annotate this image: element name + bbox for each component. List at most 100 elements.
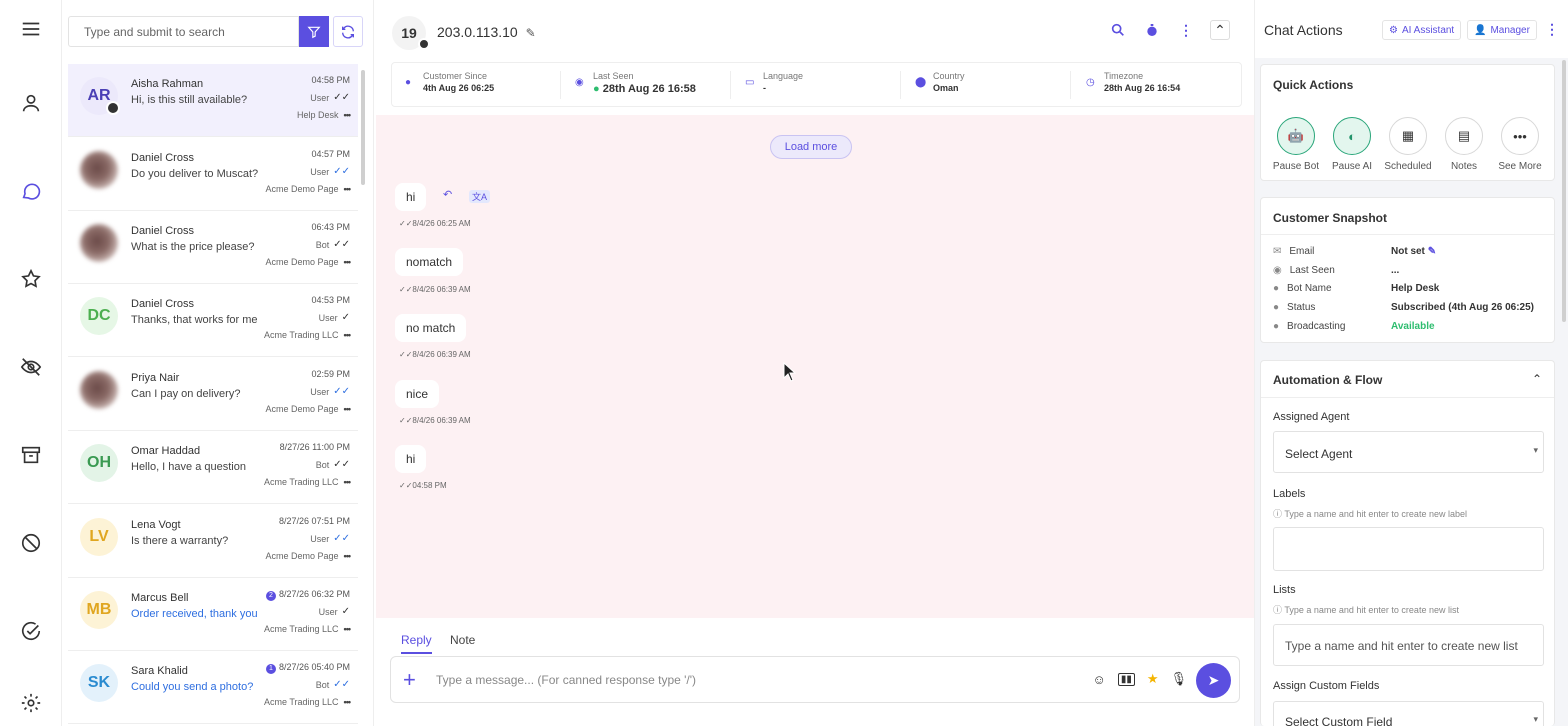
labels-input[interactable] (1273, 527, 1544, 571)
composer: Reply Note + Type a message... (For cann… (376, 618, 1254, 726)
sender-label: Bot ✓✓ (315, 459, 350, 470)
message-bubble: hi (395, 445, 427, 473)
star-icon[interactable]: ★ (1147, 671, 1159, 687)
sender-label: User ✓ (318, 606, 350, 617)
gear-icon[interactable] (19, 691, 43, 715)
more-icon[interactable]: ••• (344, 257, 352, 267)
avatar: DC (80, 297, 118, 335)
unread-badge: 2 (265, 590, 276, 601)
pause-bot-button[interactable]: 🤖 Pause Bot (1271, 117, 1321, 172)
read-receipt-icon: ✓ (341, 312, 350, 323)
customer-info-bar: ● Customer Since 4th Aug 26 06:25 ◉ Last… (391, 62, 1242, 107)
avatar (80, 224, 118, 262)
list-scrollbar[interactable] (361, 70, 365, 185)
avatar (80, 151, 118, 189)
translate-icon[interactable]: 文A (469, 190, 491, 203)
more-icon[interactable]: ⋮ (1545, 21, 1559, 38)
right-header: Chat Actions ⚙ AI Assistant 👤 Manager ⋮ (1255, 0, 1568, 58)
refresh-button[interactable] (333, 16, 363, 47)
tab-reply[interactable]: Reply (401, 633, 432, 654)
chat-avatar-text: 19 (401, 25, 417, 41)
page-label: Acme Trading LLC ••• (264, 330, 352, 340)
more-icon[interactable]: ••• (344, 330, 352, 340)
page-label: Acme Trading LLC ••• (264, 624, 352, 634)
hidden-icon[interactable] (19, 355, 43, 379)
page-label: Acme Demo Page ••• (265, 551, 352, 561)
message-meta: ✓✓8/4/26 06:25 AM (399, 219, 471, 228)
conversation-item[interactable]: DC Daniel Cross Thanks, that works for me 0… (68, 284, 358, 357)
message-meta: ✓✓8/4/26 06:39 AM (399, 416, 471, 425)
conversation-item[interactable]: MB Marcus Bell Order received, thank you 2 8… (68, 578, 358, 651)
lists-input[interactable]: Type a name and hit enter to create new … (1273, 624, 1544, 666)
reply-icon[interactable]: ↶ (443, 188, 452, 201)
avatar: MB (80, 591, 118, 629)
user-icon[interactable] (19, 91, 43, 115)
right-scrollbar[interactable] (1562, 60, 1566, 322)
message-input[interactable]: + Type a message... (For canned response… (390, 656, 1240, 703)
tab-note[interactable]: Note (450, 633, 475, 647)
message-meta: ✓✓8/4/26 06:39 AM (399, 350, 471, 359)
user-clock-icon: ● (405, 77, 412, 88)
star-icon[interactable] (19, 267, 43, 291)
more-icon[interactable]: ••• (344, 624, 352, 634)
avatar: SK (80, 664, 118, 702)
load-more-button[interactable]: Load more (770, 135, 852, 159)
read-receipt-icon: ✓✓ (333, 239, 350, 250)
manager-button[interactable]: 👤 Manager (1467, 20, 1537, 40)
send-button[interactable]: ➤ (1196, 663, 1231, 698)
last-message: What is the price please? (131, 241, 255, 253)
sender-label: Bot ✓✓ (315, 239, 350, 250)
block-icon[interactable] (19, 531, 43, 555)
more-icon[interactable]: ••• (344, 404, 352, 414)
contact-name: Daniel Cross (131, 225, 194, 237)
assigned-agent-select[interactable]: Select Agent ▾ (1273, 431, 1544, 473)
canned-response-icon[interactable]: ▮▮ (1117, 672, 1135, 686)
archive-icon[interactable] (19, 443, 43, 467)
see-more-button[interactable]: ••• See More (1495, 117, 1545, 172)
search-icon[interactable] (1108, 20, 1128, 40)
nav-rail (0, 0, 62, 726)
microphone-icon[interactable]: 🎙 (1170, 671, 1187, 687)
timer-icon[interactable] (1142, 20, 1162, 40)
notes-button[interactable]: ▤ Notes (1439, 117, 1489, 172)
filter-button[interactable] (299, 16, 329, 47)
custom-field-select[interactable]: Select Custom Field ▾ (1273, 701, 1544, 726)
emoji-icon[interactable]: ☺ (1093, 672, 1106, 687)
mouse-cursor-icon (783, 362, 797, 382)
more-icon[interactable]: ••• (344, 551, 352, 561)
more-icon[interactable]: ••• (344, 184, 352, 194)
language-icon: ▭ (745, 77, 755, 88)
chat-icon[interactable] (19, 179, 43, 203)
conversation-item[interactable]: Priya Nair Can I pay on delivery? 02:59 PM… (68, 358, 358, 431)
more-icon[interactable]: ••• (344, 110, 352, 120)
conversation-item[interactable]: Daniel Cross Do you deliver to Muscat? 04:… (68, 138, 358, 211)
sender-label: User ✓ (318, 312, 350, 323)
menu-icon[interactable] (19, 17, 43, 41)
conversation-item[interactable]: Daniel Cross What is the price please? 06:… (68, 211, 358, 284)
edit-icon[interactable]: ✎ (526, 26, 536, 40)
scheduled-button[interactable]: ▦ Scheduled (1383, 117, 1433, 172)
conversation-item[interactable]: SK Sara Khalid Could you send a photo? 1 8/2… (68, 651, 358, 724)
more-icon[interactable]: ••• (344, 477, 352, 487)
chevron-up-icon[interactable]: ⌃ (1532, 372, 1542, 386)
manager-icon: 👤 (1474, 24, 1487, 36)
more-icon[interactable]: ⋮ (1176, 20, 1196, 40)
pause-ai-button[interactable]: ◐ Pause AI (1327, 117, 1377, 172)
sender-label: Bot ✓✓ (315, 679, 350, 690)
collapse-button[interactable]: ⌃ (1210, 20, 1230, 40)
panel-title: Chat Actions (1264, 22, 1343, 38)
conversation-item[interactable]: LV Lena Vogt Is there a warranty? 8/27/26 0… (68, 505, 358, 578)
plus-icon[interactable]: + (403, 667, 416, 693)
more-icon[interactable]: ••• (344, 697, 352, 707)
conversation-item[interactable]: OH Omar Haddad Hello, I have a question 8/2… (68, 431, 358, 504)
contact-name: Priya Nair (131, 372, 180, 384)
conversation-item[interactable]: AR Aisha Rahman Hi, is this still availabl… (68, 64, 358, 137)
message-time: 04:53 PM (311, 295, 350, 305)
check-circle-icon[interactable] (19, 619, 43, 643)
edit-icon[interactable]: ✎ (1428, 246, 1436, 257)
ai-assistant-button[interactable]: ⚙ AI Assistant (1382, 20, 1462, 40)
eye-icon: ◉ (1273, 265, 1282, 276)
send-icon: ➤ (1207, 672, 1220, 688)
automation-title: Automation & Flow (1273, 373, 1383, 387)
search-input[interactable]: Type and submit to search (68, 16, 299, 47)
